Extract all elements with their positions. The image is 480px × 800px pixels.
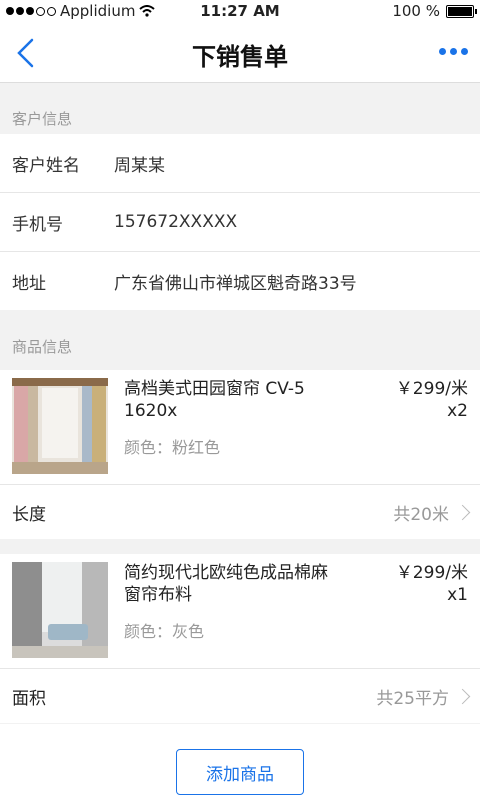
product-image — [12, 562, 108, 658]
row-label: 地址 — [12, 273, 46, 294]
product-image — [12, 378, 108, 474]
row-label: 手机号 — [12, 214, 63, 235]
product-price-block: ￥299/米 x1 — [348, 562, 468, 606]
product-summary[interactable]: 简约现代北欧纯色成品棉麻窗帘布料 颜色：灰色 ￥299/米 x1 — [0, 554, 480, 669]
nav-bar: 下销售单 — [0, 24, 480, 83]
area-value-group: 共25平方 — [376, 684, 471, 709]
more-options-icon[interactable] — [439, 48, 468, 55]
product-section-label: 商品信息 — [12, 338, 73, 356]
length-label: 长度 — [12, 504, 46, 525]
chevron-right-icon — [454, 688, 471, 704]
product-price: ￥299/米 — [395, 379, 468, 399]
customer-info-card: 客户姓名 周某某 手机号 157672XXXXX 地址 广东省佛山市禅城区魁奇路… — [0, 134, 480, 310]
battery-icon — [446, 4, 477, 18]
area-value: 共25平方 — [376, 688, 449, 709]
customer-name-row[interactable]: 客户姓名 周某某 — [0, 134, 480, 193]
product-card: 高档美式田园窗帘 CV-5 1620x 颜色：粉红色 ￥299/米 x2 长度 … — [0, 370, 480, 539]
product-quantity: x2 — [447, 401, 468, 421]
phone-value: 157672XXXXX — [114, 212, 238, 232]
status-right: 100 % — [392, 2, 477, 20]
product-price-block: ￥299/米 x2 — [348, 378, 468, 422]
battery-percent: 100 % — [392, 2, 440, 20]
product-summary[interactable]: 高档美式田园窗帘 CV-5 1620x 颜色：粉红色 ￥299/米 x2 — [0, 370, 480, 485]
product-name: 高档美式田园窗帘 CV-5 1620x — [124, 379, 305, 421]
length-value: 共20米 — [393, 504, 449, 525]
product-price: ￥299/米 — [395, 563, 468, 583]
chevron-right-icon — [454, 504, 471, 520]
add-product-button[interactable]: 添加商品 — [176, 749, 304, 795]
address-value: 广东省佛山市禅城区魁奇路33号 — [114, 273, 357, 294]
product-quantity: x1 — [447, 585, 468, 605]
status-bar: Applidium 11:27 AM 100 % — [0, 0, 480, 24]
phone-row[interactable]: 手机号 157672XXXXX — [0, 193, 480, 252]
area-label: 面积 — [12, 688, 46, 709]
add-product-area: 添加商品 — [0, 724, 480, 800]
address-row[interactable]: 地址 广东省佛山市禅城区魁奇路33号 — [0, 252, 480, 310]
length-value-group: 共20米 — [393, 500, 471, 525]
row-label: 客户姓名 — [12, 155, 80, 176]
product-color: 颜色：粉红色 — [124, 438, 221, 457]
area-row[interactable]: 面积 共25平方 — [0, 669, 480, 723]
length-row[interactable]: 长度 共20米 — [0, 485, 480, 539]
customer-section-label: 客户信息 — [12, 110, 73, 128]
customer-name-value: 周某某 — [114, 155, 165, 176]
product-card: 简约现代北欧纯色成品棉麻窗帘布料 颜色：灰色 ￥299/米 x1 面积 共25平… — [0, 554, 480, 723]
product-color: 颜色：灰色 — [124, 622, 205, 641]
product-name: 简约现代北欧纯色成品棉麻窗帘布料 — [124, 563, 328, 605]
page-title: 下销售单 — [192, 43, 288, 71]
